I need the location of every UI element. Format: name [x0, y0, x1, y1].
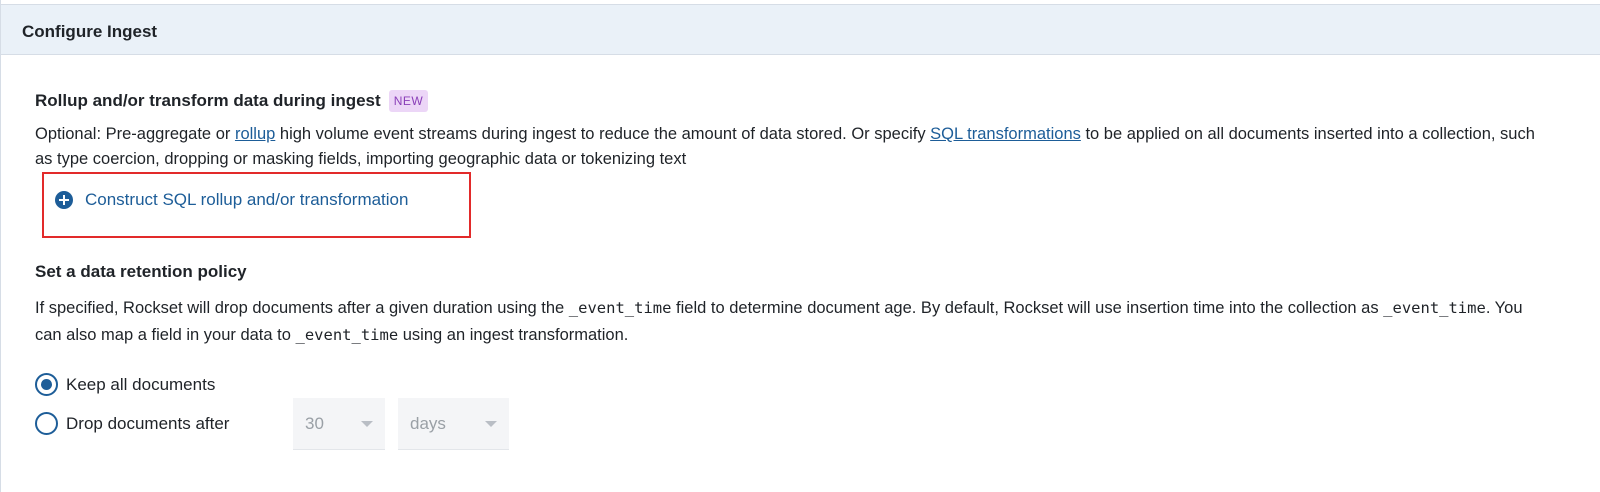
retention-desc-text-2: field to determine document age. By defa… — [671, 299, 1384, 317]
rollup-desc-text-2: high volume event streams during ingest … — [275, 125, 931, 143]
rollup-description: Optional: Pre-aggregate or rollup high v… — [35, 122, 1535, 172]
chevron-down-icon — [361, 421, 373, 427]
keep-all-label: Keep all documents — [66, 374, 216, 394]
event-time-code-3: _event_time — [295, 326, 399, 344]
retention-desc-text-1: If specified, Rockset will drop document… — [35, 299, 569, 317]
rollup-section-title: Rollup and/or transform data during inge… — [35, 90, 429, 112]
duration-value-select[interactable]: 30 — [293, 398, 385, 450]
retention-desc-text-4: using an ingest transformation. — [398, 326, 629, 344]
construct-sql-label: Construct SQL rollup and/or transformati… — [85, 190, 409, 209]
panel-header: Configure Ingest — [1, 4, 1600, 55]
configure-ingest-panel: Configure Ingest Rollup and/or transform… — [0, 0, 1600, 492]
plus-circle-icon — [55, 191, 73, 209]
event-time-code-1: _event_time — [568, 299, 672, 317]
rollup-title-text: Rollup and/or transform data during inge… — [35, 91, 381, 110]
duration-unit: days — [410, 414, 446, 433]
drop-documents-option[interactable]: Drop documents after — [35, 412, 229, 435]
retention-description: If specified, Rockset will drop document… — [35, 295, 1535, 349]
rollup-link[interactable]: rollup — [235, 125, 275, 143]
duration-value: 30 — [305, 414, 324, 433]
radio-checked-icon[interactable] — [35, 373, 58, 396]
keep-all-documents-option[interactable]: Keep all documents — [35, 373, 215, 396]
construct-sql-button[interactable]: Construct SQL rollup and/or transformati… — [55, 190, 408, 210]
new-badge: NEW — [388, 90, 429, 112]
retention-section-title: Set a data retention policy — [35, 262, 247, 281]
duration-unit-select[interactable]: days — [398, 398, 509, 450]
chevron-down-icon — [485, 421, 497, 427]
rollup-desc-text-1: Optional: Pre-aggregate or — [35, 125, 235, 143]
panel-title: Configure Ingest — [22, 22, 158, 41]
drop-documents-label: Drop documents after — [66, 413, 230, 433]
event-time-code-2: _event_time — [1383, 299, 1486, 317]
radio-unchecked-icon[interactable] — [35, 412, 58, 435]
sql-transformations-link[interactable]: SQL transformations — [930, 125, 1081, 143]
